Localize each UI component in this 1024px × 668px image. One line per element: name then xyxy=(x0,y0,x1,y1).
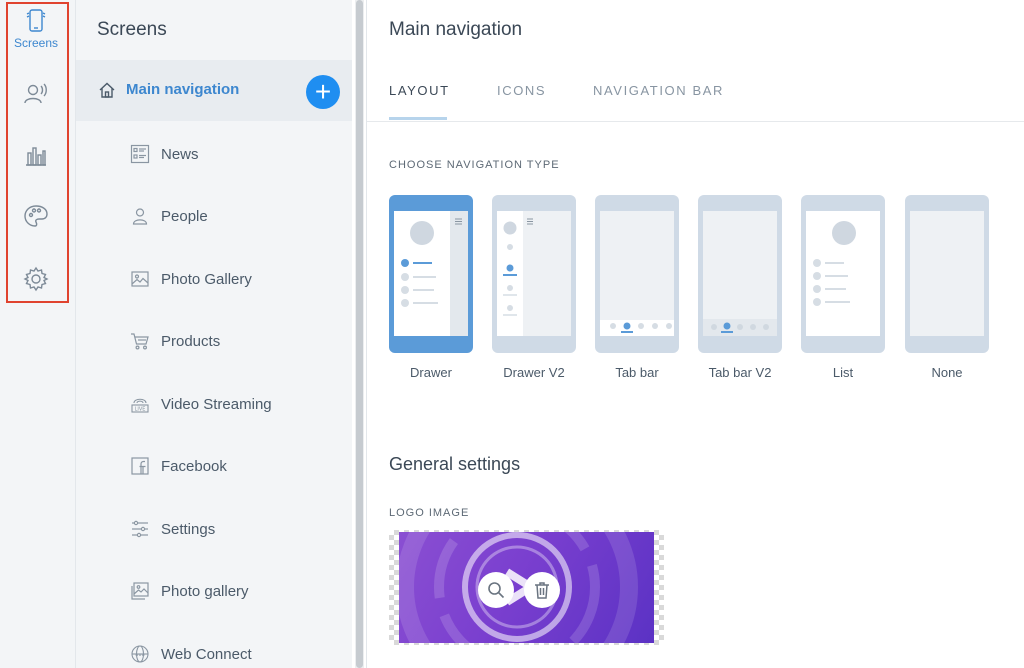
nav-type-drawer[interactable]: Drawer xyxy=(389,195,473,380)
add-screen-button[interactable]: + xyxy=(306,75,340,109)
rail-item-settings[interactable] xyxy=(6,254,66,304)
sliders-icon xyxy=(132,520,148,538)
screens-panel: Screens Main navigation + News People Ph… xyxy=(76,0,352,668)
phone-screen xyxy=(703,211,777,336)
icon-rail: Screens xyxy=(0,0,76,668)
trash-icon xyxy=(535,582,549,599)
rail-item-analytics[interactable] xyxy=(6,130,66,180)
phone-screen xyxy=(600,211,674,336)
tab-navigation-bar[interactable]: NAVIGATION BAR xyxy=(593,83,724,98)
screen-item-label: Web Connect xyxy=(161,645,252,663)
phone-screen xyxy=(497,211,571,336)
logo-image-preview xyxy=(389,530,664,645)
nav-type-label: None xyxy=(931,365,963,380)
rail-item-label: Screens xyxy=(13,36,59,50)
rail-item-design[interactable] xyxy=(6,191,66,241)
nav-type-list[interactable]: List xyxy=(801,195,885,380)
nav-type-label: Tab bar V2 xyxy=(708,365,772,380)
nav-type-drawer-v2[interactable]: Drawer V2 xyxy=(492,195,576,380)
logo-image-caption: LOGO IMAGE xyxy=(389,507,470,519)
person-icon xyxy=(132,208,148,225)
nav-type-label: List xyxy=(832,365,854,380)
rail-item-screens[interactable]: Screens xyxy=(6,4,66,54)
phone-preview xyxy=(801,195,885,353)
tab-icons[interactable]: ICONS xyxy=(497,83,546,98)
svg-text:LIVE: LIVE xyxy=(135,407,146,413)
screen-item-label: News xyxy=(161,145,199,163)
screen-item-label: Facebook xyxy=(161,457,227,475)
globe-icon: www xyxy=(131,645,149,663)
screen-item-news[interactable]: News xyxy=(130,139,340,169)
nav-type-label: Drawer xyxy=(410,365,452,380)
screen-item-photo-gallery[interactable]: Photo Gallery xyxy=(130,264,340,294)
general-settings-title: General settings xyxy=(389,454,521,474)
screen-item-label: Photo Gallery xyxy=(161,270,252,288)
screen-item-facebook[interactable]: Facebook xyxy=(130,451,340,481)
main-panel: Main navigation LAYOUT ICONS NAVIGATION … xyxy=(367,0,1024,668)
scrollbar-thumb[interactable] xyxy=(356,0,363,668)
active-tab-indicator xyxy=(389,117,447,120)
page-title: Main navigation xyxy=(389,19,523,40)
screens-title: Screens xyxy=(97,19,167,40)
gear-icon xyxy=(23,266,49,292)
images-icon xyxy=(131,582,149,600)
phone-screen xyxy=(910,211,984,336)
screen-item-label: People xyxy=(161,207,208,225)
tabs-divider xyxy=(367,121,1024,122)
nav-type-tab-bar-v2[interactable]: Tab bar V2 xyxy=(698,195,782,380)
choose-navigation-caption: CHOOSE NAVIGATION TYPE xyxy=(389,159,560,171)
cart-icon xyxy=(131,333,149,350)
screen-item-people[interactable]: People xyxy=(130,201,340,231)
screen-item-settings[interactable]: Settings xyxy=(130,514,340,544)
phone-preview xyxy=(595,195,679,353)
broadcast-user-icon xyxy=(24,83,47,104)
screen-item-label: Video Streaming xyxy=(161,395,272,413)
tab-layout[interactable]: LAYOUT xyxy=(389,83,450,98)
screen-item-video-streaming[interactable]: LIVE Video Streaming xyxy=(130,389,340,419)
palette-icon xyxy=(24,205,48,227)
nav-type-none[interactable]: None xyxy=(905,195,989,380)
rail-item-audience[interactable] xyxy=(6,68,66,118)
phone-preview xyxy=(698,195,782,353)
nav-type-label: Tab bar xyxy=(615,365,659,380)
main-navigation-label: Main navigation xyxy=(126,81,240,98)
home-icon xyxy=(99,82,115,98)
phone-icon xyxy=(26,9,46,32)
screen-item-label: Products xyxy=(161,332,221,350)
phone-preview xyxy=(492,195,576,353)
logo-preview-button[interactable] xyxy=(478,572,514,608)
logo-image xyxy=(399,532,654,643)
svg-text:www: www xyxy=(135,652,146,657)
screen-item-products[interactable]: Products xyxy=(130,326,340,356)
nav-type-label: Drawer V2 xyxy=(503,365,565,380)
phone-screen xyxy=(806,211,880,336)
screen-item-label: Settings xyxy=(161,520,216,538)
phone-screen xyxy=(394,211,468,336)
screen-item-photo-gallery-2[interactable]: Photo gallery xyxy=(130,576,340,606)
screen-item-web-connect[interactable]: www Web Connect xyxy=(130,639,340,668)
live-icon: LIVE xyxy=(131,398,149,413)
phone-preview xyxy=(905,195,989,353)
screen-item-label: Photo gallery xyxy=(161,582,249,600)
logo-delete-button[interactable] xyxy=(524,572,560,608)
facebook-icon xyxy=(131,457,149,475)
image-icon xyxy=(131,271,149,287)
nav-type-tab-bar[interactable]: Tab bar xyxy=(595,195,679,380)
news-icon xyxy=(130,144,150,164)
bar-chart-icon xyxy=(26,147,46,166)
search-icon xyxy=(488,582,505,599)
phone-preview xyxy=(389,195,473,353)
screens-scrollbar[interactable] xyxy=(355,0,364,668)
screen-item-main-navigation[interactable]: Main navigation + xyxy=(76,60,352,121)
